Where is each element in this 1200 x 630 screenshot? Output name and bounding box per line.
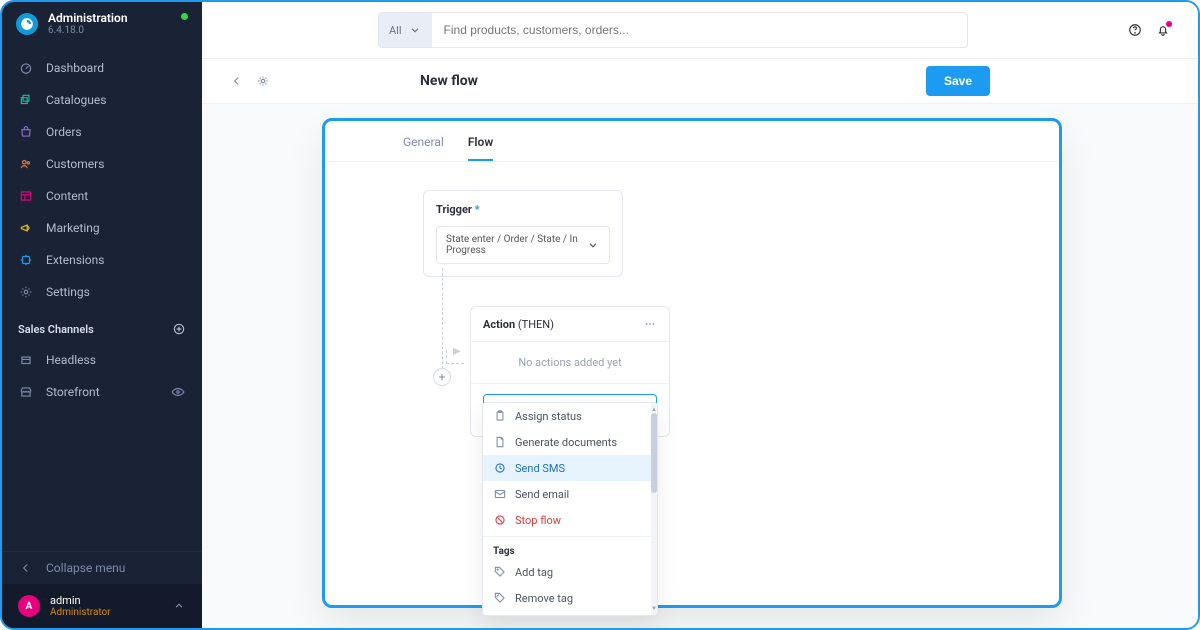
nav-label: Marketing [46, 221, 100, 235]
layout-icon [18, 188, 34, 204]
flow-builder: Trigger * State enter / Order / State / … [325, 162, 1059, 222]
sidebar-item-settings[interactable]: Settings [2, 276, 202, 308]
action-title: Action (THEN) [483, 318, 554, 331]
dropdown-item-stop-flow[interactable]: Stop flow [483, 507, 651, 533]
dropdown-item-remove-tag[interactable]: Remove tag [483, 585, 651, 611]
user-name: admin [50, 594, 111, 607]
tag-icon [493, 565, 507, 579]
chevron-down-icon [586, 238, 600, 252]
dropdown-section-tags: Tags [483, 540, 651, 559]
topbar: All [202, 2, 1198, 58]
flow-connector [442, 268, 443, 374]
speedometer-icon [18, 60, 34, 76]
avatar: A [18, 595, 40, 617]
clipboard-icon [493, 409, 507, 423]
nav-label: Content [46, 189, 88, 203]
app-version: 6.4.18.0 [48, 25, 128, 36]
stack-icon [18, 92, 34, 108]
save-button[interactable]: Save [926, 66, 990, 96]
box-icon [18, 352, 34, 368]
action-dropdown: Assign status Generate documents Send SM… [482, 402, 658, 616]
dropdown-item-assign-status[interactable]: Assign status [483, 403, 651, 429]
chevron-up-icon [172, 599, 186, 613]
sidebar-item-orders[interactable]: Orders [2, 116, 202, 148]
bag-icon [18, 124, 34, 140]
tag-remove-icon [493, 591, 507, 605]
sidebar-item-marketing[interactable]: Marketing [2, 212, 202, 244]
page-title: New flow [420, 73, 478, 89]
trigger-card: Trigger * State enter / Order / State / … [423, 190, 623, 277]
channel-storefront[interactable]: Storefront [2, 376, 202, 408]
global-search: All [378, 12, 968, 48]
main-nav: Dashboard Catalogues Orders Customers Co… [2, 48, 202, 308]
sidebar-item-content[interactable]: Content [2, 180, 202, 212]
trigger-label: Trigger * [436, 203, 610, 216]
stop-icon [493, 513, 507, 527]
plugin-icon [18, 252, 34, 268]
sales-channels-header: Sales Channels [2, 308, 202, 344]
sidebar-item-customers[interactable]: Customers [2, 148, 202, 180]
channel-label: Headless [46, 353, 96, 367]
clock-icon [493, 461, 507, 475]
status-indicator [181, 13, 188, 20]
eye-icon[interactable] [170, 384, 186, 400]
nav-label: Customers [46, 157, 104, 171]
sidebar-header: Administration 6.4.18.0 [2, 2, 202, 48]
mail-icon [493, 487, 507, 501]
brand-logo [16, 13, 38, 35]
dropdown-scrollbar[interactable]: ▲ ▼ [651, 403, 657, 615]
page-header: New flow Save [202, 58, 1198, 104]
nav-label: Catalogues [46, 93, 106, 107]
nav-label: Settings [46, 285, 90, 299]
nav-label: Extensions [46, 253, 104, 267]
document-icon [493, 435, 507, 449]
user-role: Administrator [50, 607, 111, 618]
collapse-icon [18, 560, 34, 576]
notification-dot [1166, 21, 1172, 27]
nav-label: Orders [46, 125, 82, 139]
tabs: General Flow [325, 121, 1059, 162]
store-icon [18, 384, 34, 400]
branch-arrow-icon: ▶ [453, 346, 461, 357]
sidebar-item-extensions[interactable]: Extensions [2, 244, 202, 276]
main-area: All New flow Save [202, 2, 1198, 628]
dropdown-separator [483, 536, 651, 537]
sidebar-item-dashboard[interactable]: Dashboard [2, 52, 202, 84]
help-icon[interactable] [1128, 23, 1142, 37]
nav-label: Dashboard [46, 61, 104, 75]
channel-label: Storefront [46, 385, 100, 399]
gear-icon [18, 284, 34, 300]
notifications-icon[interactable] [1156, 23, 1170, 37]
channel-headless[interactable]: Headless [2, 344, 202, 376]
back-icon[interactable] [230, 74, 244, 88]
dropdown-item-send-sms[interactable]: Send SMS [483, 455, 651, 481]
tab-general[interactable]: General [403, 135, 444, 161]
action-empty-text: No actions added yet [471, 342, 669, 384]
collapse-menu[interactable]: Collapse menu [2, 551, 202, 584]
add-node-button[interactable]: + [433, 368, 451, 386]
tab-flow[interactable]: Flow [468, 135, 493, 161]
dropdown-item-add-tag[interactable]: Add tag [483, 559, 651, 585]
dropdown-item-send-email[interactable]: Send email [483, 481, 651, 507]
app-title: Administration [48, 12, 128, 25]
chevron-down-icon [408, 23, 422, 37]
sidebar: Administration 6.4.18.0 Dashboard Catalo… [2, 2, 202, 628]
gear-icon[interactable] [256, 74, 270, 88]
users-icon [18, 156, 34, 172]
more-icon[interactable] [643, 317, 657, 331]
dropdown-item-generate-documents[interactable]: Generate documents [483, 429, 651, 455]
canvas: General Flow Trigger * State enter / Ord… [202, 104, 1198, 628]
search-filter[interactable]: All [379, 13, 432, 47]
search-icon[interactable] [943, 23, 967, 37]
user-menu[interactable]: A admin Administrator [2, 584, 202, 628]
sidebar-item-catalogues[interactable]: Catalogues [2, 84, 202, 116]
trigger-select[interactable]: State enter / Order / State / In Progres… [436, 226, 610, 264]
plus-circle-icon[interactable] [172, 322, 186, 336]
search-input[interactable] [432, 13, 943, 47]
flow-panel: General Flow Trigger * State enter / Ord… [322, 118, 1062, 608]
megaphone-icon [18, 220, 34, 236]
